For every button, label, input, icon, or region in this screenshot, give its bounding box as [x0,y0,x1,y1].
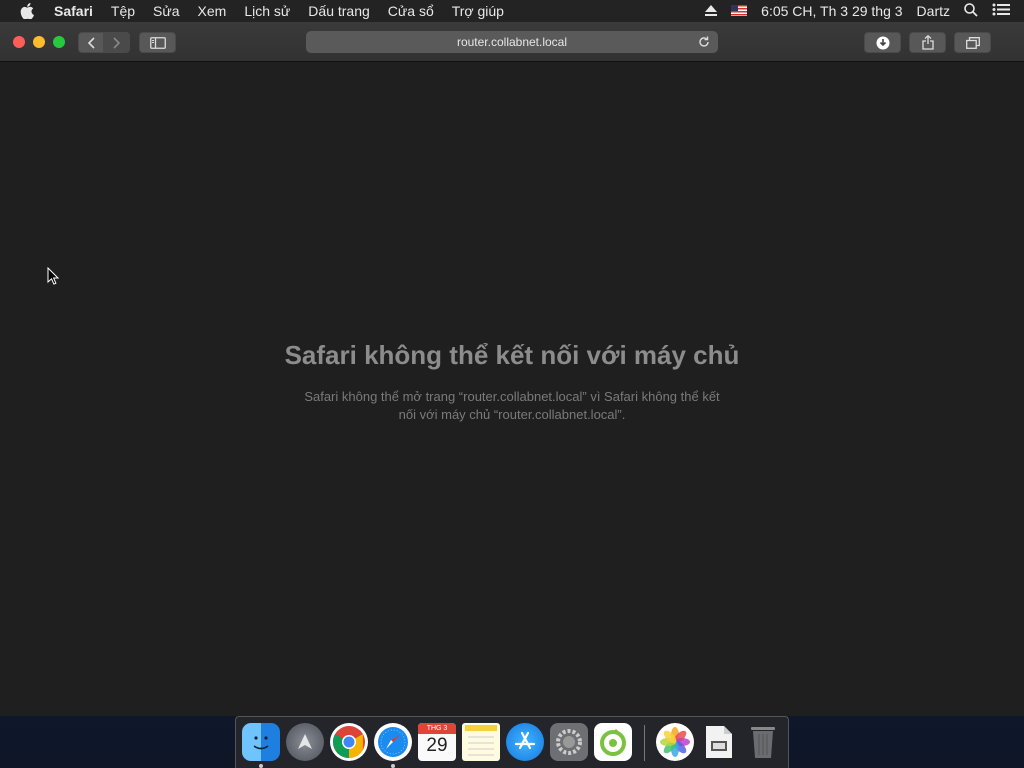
mouse-pointer-icon [47,266,60,290]
zoom-window-button[interactable] [53,36,65,48]
downloads-button[interactable] [864,32,901,53]
chrome-icon[interactable] [330,723,368,761]
error-title: Safari không thể kết nối với máy chủ [284,340,740,370]
safari-window: router.collabnet.local Safari không thể … [0,22,1024,716]
page-content: Safari không thể kết nối với máy chủ Saf… [0,62,1024,716]
dock-separator [644,725,645,761]
system-preferences-icon[interactable] [550,723,588,761]
sidebar-toggle-button[interactable] [139,32,176,53]
menu-bookmarks[interactable]: Dấu trang [308,3,369,19]
spotlight-search-icon[interactable] [964,2,978,20]
error-message-line-2: nối với máy chủ “router.collabnet.local”… [398,407,626,422]
menu-window[interactable]: Cửa sổ [388,3,434,19]
eject-icon[interactable] [705,3,718,19]
safari-icon[interactable] [374,723,412,761]
address-bar[interactable]: router.collabnet.local [306,31,718,53]
menu-history[interactable]: Lịch sử [244,3,290,19]
notification-center-icon[interactable] [992,3,1010,19]
photos-icon[interactable] [656,723,694,761]
trash-icon[interactable] [744,723,782,761]
chevron-right-icon [113,36,121,49]
menu-user[interactable]: Dartz [917,3,950,19]
menu-safari[interactable]: Safari [54,3,93,19]
dock: THG 3 29 [235,716,789,768]
us-flag-icon[interactable] [731,3,748,19]
close-window-button[interactable] [13,36,25,48]
tab-overview-button[interactable] [954,32,991,53]
menu-file[interactable]: Tệp [111,3,135,19]
toolbar: router.collabnet.local [0,22,1024,76]
calendar-icon[interactable]: THG 3 29 [418,723,456,761]
preview-document-icon[interactable] [700,723,738,761]
share-button[interactable] [909,32,946,53]
address-bar-url: router.collabnet.local [456,35,568,49]
finder-icon[interactable] [242,723,280,761]
menu-bar: Safari Tệp Sửa Xem Lịch sử Dấu trang Cửa… [0,0,1024,22]
download-icon [876,36,889,49]
menu-view[interactable]: Xem [198,3,227,19]
launchpad-icon[interactable] [286,723,324,761]
menu-bar-status: 6:05 CH, Th 3 29 thg 3 Dartz [705,0,1024,22]
back-button[interactable] [78,32,104,53]
app-store-icon[interactable] [506,723,544,761]
calendar-day: 29 [426,735,448,756]
error-message-line-1: Safari không thể mở trang “router.collab… [304,389,720,404]
chevron-left-icon [87,36,95,49]
menu-edit[interactable]: Sửa [153,3,180,19]
error-message: Safari không thể mở trang “router.collab… [282,388,742,424]
reload-icon[interactable] [696,34,712,50]
forward-button[interactable] [104,32,130,53]
tabs-icon [965,36,980,49]
sidebar-icon [149,36,166,49]
menu-help[interactable]: Trợ giúp [452,3,504,19]
share-icon [921,35,934,50]
coc-coc-browser-icon[interactable] [594,723,632,761]
notes-icon[interactable] [462,723,500,761]
finder-running-indicator [259,764,263,768]
calendar-month: THG 3 [418,723,456,734]
minimize-window-button[interactable] [33,36,45,48]
safari-running-indicator [391,764,395,768]
menu-clock[interactable]: 6:05 CH, Th 3 29 thg 3 [761,3,902,19]
apple-menu-icon[interactable] [20,2,36,20]
